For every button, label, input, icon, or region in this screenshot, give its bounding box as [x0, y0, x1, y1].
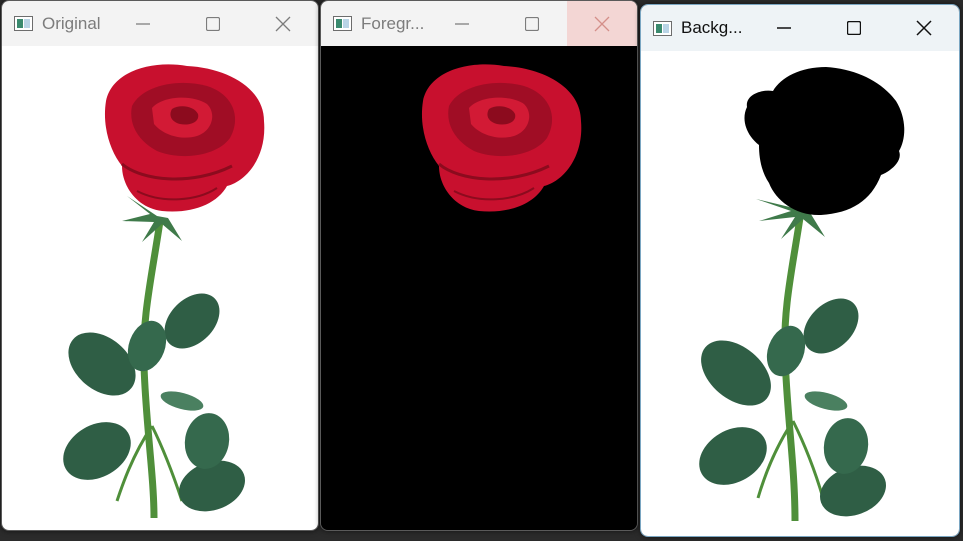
maximize-icon	[206, 16, 220, 31]
title-bar[interactable]: Backg...	[641, 5, 959, 51]
title-bar[interactable]: Original	[2, 1, 318, 46]
close-icon	[594, 16, 610, 31]
minimize-button[interactable]	[749, 5, 819, 51]
image-canvas	[321, 46, 637, 530]
foreground-window: Foregr...	[320, 0, 638, 531]
maximize-button[interactable]	[178, 1, 248, 46]
minimize-icon	[136, 22, 150, 25]
close-button[interactable]	[248, 1, 318, 46]
maximize-icon	[525, 16, 539, 31]
close-button[interactable]	[567, 1, 637, 46]
maximize-icon	[847, 21, 861, 35]
minimize-icon	[777, 27, 791, 29]
original-window: Original	[1, 0, 319, 531]
close-icon	[275, 16, 291, 31]
close-icon	[916, 20, 932, 36]
background-window: Backg...	[640, 4, 960, 537]
app-window-icon	[14, 16, 33, 31]
window-title: Foregr...	[361, 13, 425, 33]
window-title: Backg...	[681, 18, 743, 37]
app-window-icon	[653, 20, 672, 36]
image-canvas	[2, 46, 318, 530]
image-canvas	[641, 51, 959, 536]
minimize-icon	[455, 22, 469, 25]
title-bar[interactable]: Foregr...	[321, 1, 637, 46]
rose-background-image	[699, 67, 905, 522]
minimize-button[interactable]	[108, 1, 178, 46]
rose-foreground-image	[421, 64, 582, 212]
maximize-button[interactable]	[819, 5, 889, 51]
rose-image	[63, 64, 265, 519]
close-button[interactable]	[889, 5, 959, 51]
window-title: Original	[42, 13, 101, 33]
maximize-button[interactable]	[497, 1, 567, 46]
minimize-button[interactable]	[427, 1, 497, 46]
app-window-icon	[333, 16, 352, 31]
